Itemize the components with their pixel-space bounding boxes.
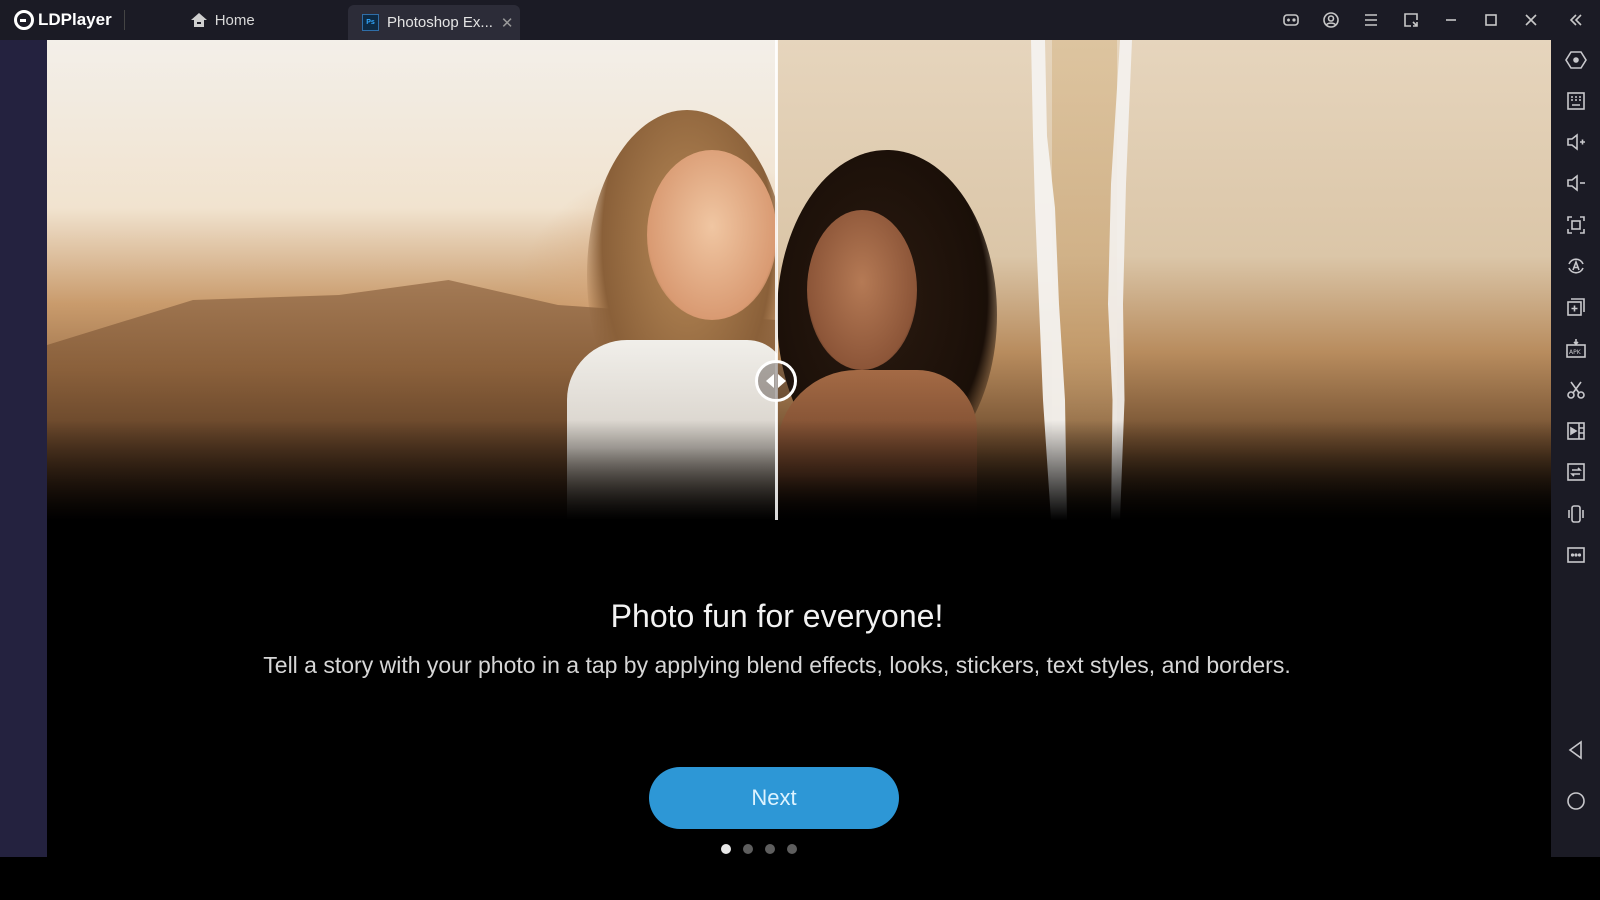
settings-icon (1564, 51, 1587, 69)
record-video-icon (1566, 422, 1585, 440)
image-fade (47, 420, 1551, 520)
window-switch-button[interactable] (1391, 0, 1431, 40)
auto-rotate-icon (1567, 258, 1584, 274)
page-dot-2[interactable] (743, 844, 753, 854)
tab-close-icon[interactable]: ✕ (501, 14, 514, 32)
multi-instance-button[interactable] (1551, 287, 1600, 327)
title-bar: LDPlayer Home Ps Photoshop Ex... ✕ (0, 0, 1600, 40)
keyboard-mapping-button[interactable] (1551, 81, 1600, 121)
volume-down-button[interactable] (1551, 163, 1600, 203)
photoshop-express-icon: Ps (362, 14, 379, 31)
onboarding-description: Tell a story with your photo in a tap by… (263, 652, 1291, 678)
maximize-button[interactable] (1471, 0, 1511, 40)
collapse-sidebar-icon (1569, 14, 1582, 26)
close-button[interactable] (1511, 0, 1551, 40)
screenshot-icon (1566, 216, 1585, 234)
title-separator (123, 10, 125, 30)
emulator-sidebar: APK (1551, 40, 1600, 857)
sync-icon (1566, 463, 1585, 481)
gamepad-button[interactable] (1271, 0, 1311, 40)
page-indicator (721, 844, 797, 854)
sync-button[interactable] (1551, 452, 1600, 492)
volume-down-icon (1566, 174, 1585, 192)
shake-button[interactable] (1551, 494, 1600, 534)
comparison-divider[interactable] (775, 40, 778, 520)
maximize-icon (1485, 14, 1497, 26)
home-circle-icon (1566, 792, 1585, 810)
window-controls (1271, 0, 1600, 40)
scissors-button[interactable] (1551, 370, 1600, 410)
more-button[interactable] (1551, 535, 1600, 575)
install-apk-icon: APK (1565, 339, 1586, 358)
menu-icon (1365, 14, 1377, 26)
woman-right-face (807, 210, 917, 370)
android-screen: Photo fun for everyone! Tell a story wit… (47, 40, 1551, 857)
left-right-arrows-icon (766, 374, 786, 388)
close-icon (1525, 14, 1537, 26)
gamepad-icon (1283, 14, 1299, 26)
app-name: LDPlayer (38, 10, 112, 29)
account-button[interactable] (1311, 0, 1351, 40)
back-icon (1568, 740, 1582, 760)
page-dot-1[interactable] (721, 844, 731, 854)
minimize-button[interactable] (1431, 0, 1471, 40)
account-icon (1323, 12, 1339, 28)
woman-left-face (647, 150, 777, 320)
volume-up-icon (1566, 133, 1585, 151)
before-after-image (47, 40, 1551, 520)
tab-home-label: Home (214, 11, 255, 29)
comparison-slider-handle[interactable] (755, 360, 797, 402)
tab-home[interactable]: Home (190, 0, 255, 40)
page-dot-4[interactable] (787, 844, 797, 854)
next-button[interactable]: Next (649, 767, 899, 829)
screenshot-button[interactable] (1551, 205, 1600, 245)
collapse-sidebar-button[interactable] (1551, 0, 1600, 40)
back-button[interactable] (1551, 730, 1600, 770)
install-apk-button[interactable]: APK (1551, 329, 1600, 369)
home-icon (190, 13, 207, 27)
tab-photoshop-label: Photoshop Ex... (387, 14, 493, 31)
ldplayer-logo-icon (14, 10, 34, 30)
settings-button[interactable] (1551, 40, 1600, 80)
app-logo: LDPlayer (14, 0, 112, 40)
svg-text:APK: APK (1569, 349, 1582, 356)
onboarding-title: Photo fun for everyone! (610, 598, 944, 634)
minimize-icon (1446, 19, 1456, 21)
android-home-button[interactable] (1551, 781, 1600, 821)
volume-up-button[interactable] (1551, 122, 1600, 162)
auto-rotate-button[interactable] (1551, 246, 1600, 286)
menu-button[interactable] (1351, 0, 1391, 40)
multi-instance-icon (1566, 298, 1585, 316)
left-border (0, 40, 47, 857)
page-dot-3[interactable] (765, 844, 775, 854)
record-video-button[interactable] (1551, 411, 1600, 451)
keyboard-mapping-icon (1566, 92, 1585, 110)
scissors-icon (1566, 381, 1585, 399)
tab-photoshop-express[interactable]: Ps Photoshop Ex... ✕ (348, 5, 520, 40)
window-switch-icon (1404, 13, 1418, 27)
shake-icon (1567, 505, 1584, 523)
more-icon (1566, 547, 1585, 563)
